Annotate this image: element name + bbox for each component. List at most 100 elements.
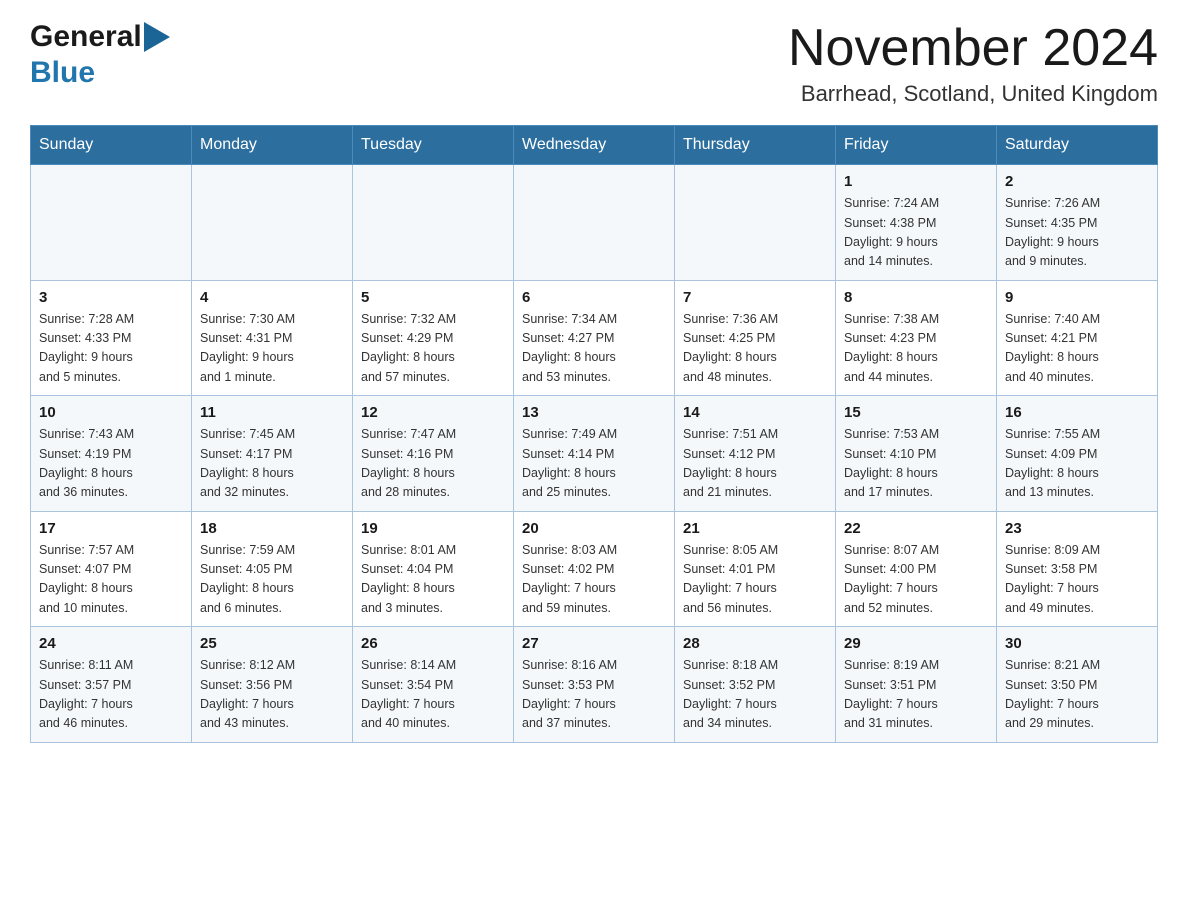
calendar-cell: 29Sunrise: 8:19 AM Sunset: 3:51 PM Dayli… [836,627,997,743]
day-number: 25 [200,635,344,652]
day-info: Sunrise: 7:30 AM Sunset: 4:31 PM Dayligh… [200,310,344,388]
calendar-cell [31,165,192,281]
day-info: Sunrise: 7:51 AM Sunset: 4:12 PM Dayligh… [683,425,827,503]
calendar-cell: 19 Sunrise: 8:01 AM Sunset: 4:04 PM Dayli… [353,511,514,627]
title-area: November 2024 Barrhead, Scotland, United… [788,20,1158,107]
day-info: Sunrise: 7:24 AM Sunset: 4:38 PM Dayligh… [844,194,988,272]
day-info: Sunrise: 8:18 AM Sunset: 3:52 PM Dayligh… [683,656,827,734]
day-info: Sunrise: 8:11 AM Sunset: 3:57 PM Dayligh… [39,656,183,734]
day-info: Sunrise: 8:07 AM Sunset: 4:00 PM Dayligh… [844,541,988,619]
calendar-cell: 8Sunrise: 7:38 AM Sunset: 4:23 PM Daylig… [836,280,997,396]
weekday-header-saturday: Saturday [997,126,1158,165]
day-number: 7 [683,289,827,306]
day-number: 11 [200,404,344,421]
day-info: Sunrise: 7:57 AM Sunset: 4:07 PM Dayligh… [39,541,183,619]
day-info: Sunrise: 7:28 AM Sunset: 4:33 PM Dayligh… [39,310,183,388]
calendar-cell: 17 Sunrise: 7:57 AM Sunset: 4:07 PM Dayli… [31,511,192,627]
calendar-cell: 18 Sunrise: 7:59 AM Sunset: 4:05 PM Dayli… [192,511,353,627]
day-number: 23 [1005,520,1149,537]
day-info: Sunrise: 7:59 AM Sunset: 4:05 PM Dayligh… [200,541,344,619]
day-number: 15 [844,404,988,421]
day-info: Sunrise: 7:53 AM Sunset: 4:10 PM Dayligh… [844,425,988,503]
calendar-cell [675,165,836,281]
day-number: 5 [361,289,505,306]
calendar-cell: 5 Sunrise: 7:32 AM Sunset: 4:29 PM Daylig… [353,280,514,396]
day-info: Sunrise: 8:05 AM Sunset: 4:01 PM Dayligh… [683,541,827,619]
day-info: Sunrise: 8:21 AM Sunset: 3:50 PM Dayligh… [1005,656,1149,734]
calendar-cell [192,165,353,281]
calendar-week-row: 1 Sunrise: 7:24 AM Sunset: 4:38 PM Daylig… [31,165,1158,281]
day-number: 1 [844,173,988,190]
day-number: 16 [1005,404,1149,421]
day-number: 27 [522,635,666,652]
calendar-cell: 26Sunrise: 8:14 AM Sunset: 3:54 PM Dayli… [353,627,514,743]
day-number: 19 [361,520,505,537]
calendar-cell: 20 Sunrise: 8:03 AM Sunset: 4:02 PM Dayli… [514,511,675,627]
calendar-cell: 25 Sunrise: 8:12 AM Sunset: 3:56 PM Dayli… [192,627,353,743]
day-info: Sunrise: 8:09 AM Sunset: 3:58 PM Dayligh… [1005,541,1149,619]
calendar-cell: 21 Sunrise: 8:05 AM Sunset: 4:01 PM Dayli… [675,511,836,627]
day-info: Sunrise: 7:34 AM Sunset: 4:27 PM Dayligh… [522,310,666,388]
day-info: Sunrise: 8:01 AM Sunset: 4:04 PM Dayligh… [361,541,505,619]
calendar-cell: 4Sunrise: 7:30 AM Sunset: 4:31 PM Daylig… [192,280,353,396]
day-info: Sunrise: 7:43 AM Sunset: 4:19 PM Dayligh… [39,425,183,503]
day-info: Sunrise: 7:45 AM Sunset: 4:17 PM Dayligh… [200,425,344,503]
day-number: 22 [844,520,988,537]
calendar-cell: 12 Sunrise: 7:47 AM Sunset: 4:16 PM Dayli… [353,396,514,512]
day-number: 30 [1005,635,1149,652]
day-number: 21 [683,520,827,537]
weekday-header-row: SundayMondayTuesdayWednesdayThursdayFrid… [31,126,1158,165]
day-number: 17 [39,520,183,537]
calendar-cell: 28 Sunrise: 8:18 AM Sunset: 3:52 PM Dayli… [675,627,836,743]
day-info: Sunrise: 8:16 AM Sunset: 3:53 PM Dayligh… [522,656,666,734]
calendar-cell: 1 Sunrise: 7:24 AM Sunset: 4:38 PM Daylig… [836,165,997,281]
day-info: Sunrise: 7:40 AM Sunset: 4:21 PM Dayligh… [1005,310,1149,388]
calendar-cell: 23 Sunrise: 8:09 AM Sunset: 3:58 PM Dayli… [997,511,1158,627]
day-number: 14 [683,404,827,421]
day-info: Sunrise: 8:12 AM Sunset: 3:56 PM Dayligh… [200,656,344,734]
calendar-cell [353,165,514,281]
day-info: Sunrise: 7:32 AM Sunset: 4:29 PM Dayligh… [361,310,505,388]
month-year-title: November 2024 [788,20,1158,77]
weekday-header-monday: Monday [192,126,353,165]
day-info: Sunrise: 7:38 AM Sunset: 4:23 PM Dayligh… [844,310,988,388]
day-info: Sunrise: 7:49 AM Sunset: 4:14 PM Dayligh… [522,425,666,503]
calendar-week-row: 3 Sunrise: 7:28 AM Sunset: 4:33 PM Daylig… [31,280,1158,396]
day-info: Sunrise: 7:36 AM Sunset: 4:25 PM Dayligh… [683,310,827,388]
calendar-week-row: 24 Sunrise: 8:11 AM Sunset: 3:57 PM Dayli… [31,627,1158,743]
location-subtitle: Barrhead, Scotland, United Kingdom [788,81,1158,107]
calendar-cell: 13 Sunrise: 7:49 AM Sunset: 4:14 PM Dayli… [514,396,675,512]
day-number: 26 [361,635,505,652]
day-number: 20 [522,520,666,537]
calendar-table: SundayMondayTuesdayWednesdayThursdayFrid… [30,125,1158,743]
logo-triangle-icon [144,22,170,52]
calendar-cell: 30 Sunrise: 8:21 AM Sunset: 3:50 PM Dayli… [997,627,1158,743]
day-number: 24 [39,635,183,652]
day-number: 12 [361,404,505,421]
calendar-cell: 15 Sunrise: 7:53 AM Sunset: 4:10 PM Dayli… [836,396,997,512]
day-number: 13 [522,404,666,421]
day-number: 28 [683,635,827,652]
day-number: 9 [1005,289,1149,306]
logo-blue-text: Blue [30,56,95,90]
weekday-header-tuesday: Tuesday [353,126,514,165]
day-number: 2 [1005,173,1149,190]
calendar-week-row: 10 Sunrise: 7:43 AM Sunset: 4:19 PM Dayli… [31,396,1158,512]
day-info: Sunrise: 8:03 AM Sunset: 4:02 PM Dayligh… [522,541,666,619]
day-info: Sunrise: 7:47 AM Sunset: 4:16 PM Dayligh… [361,425,505,503]
weekday-header-thursday: Thursday [675,126,836,165]
day-number: 18 [200,520,344,537]
logo: General Blue [30,20,170,90]
calendar-week-row: 17 Sunrise: 7:57 AM Sunset: 4:07 PM Dayli… [31,511,1158,627]
day-number: 6 [522,289,666,306]
calendar-cell [514,165,675,281]
calendar-cell: 7 Sunrise: 7:36 AM Sunset: 4:25 PM Daylig… [675,280,836,396]
calendar-cell: 3 Sunrise: 7:28 AM Sunset: 4:33 PM Daylig… [31,280,192,396]
day-number: 3 [39,289,183,306]
day-number: 10 [39,404,183,421]
weekday-header-sunday: Sunday [31,126,192,165]
calendar-cell: 11 Sunrise: 7:45 AM Sunset: 4:17 PM Dayli… [192,396,353,512]
day-info: Sunrise: 7:26 AM Sunset: 4:35 PM Dayligh… [1005,194,1149,272]
calendar-cell: 9 Sunrise: 7:40 AM Sunset: 4:21 PM Daylig… [997,280,1158,396]
logo-general-text: General [30,20,142,54]
